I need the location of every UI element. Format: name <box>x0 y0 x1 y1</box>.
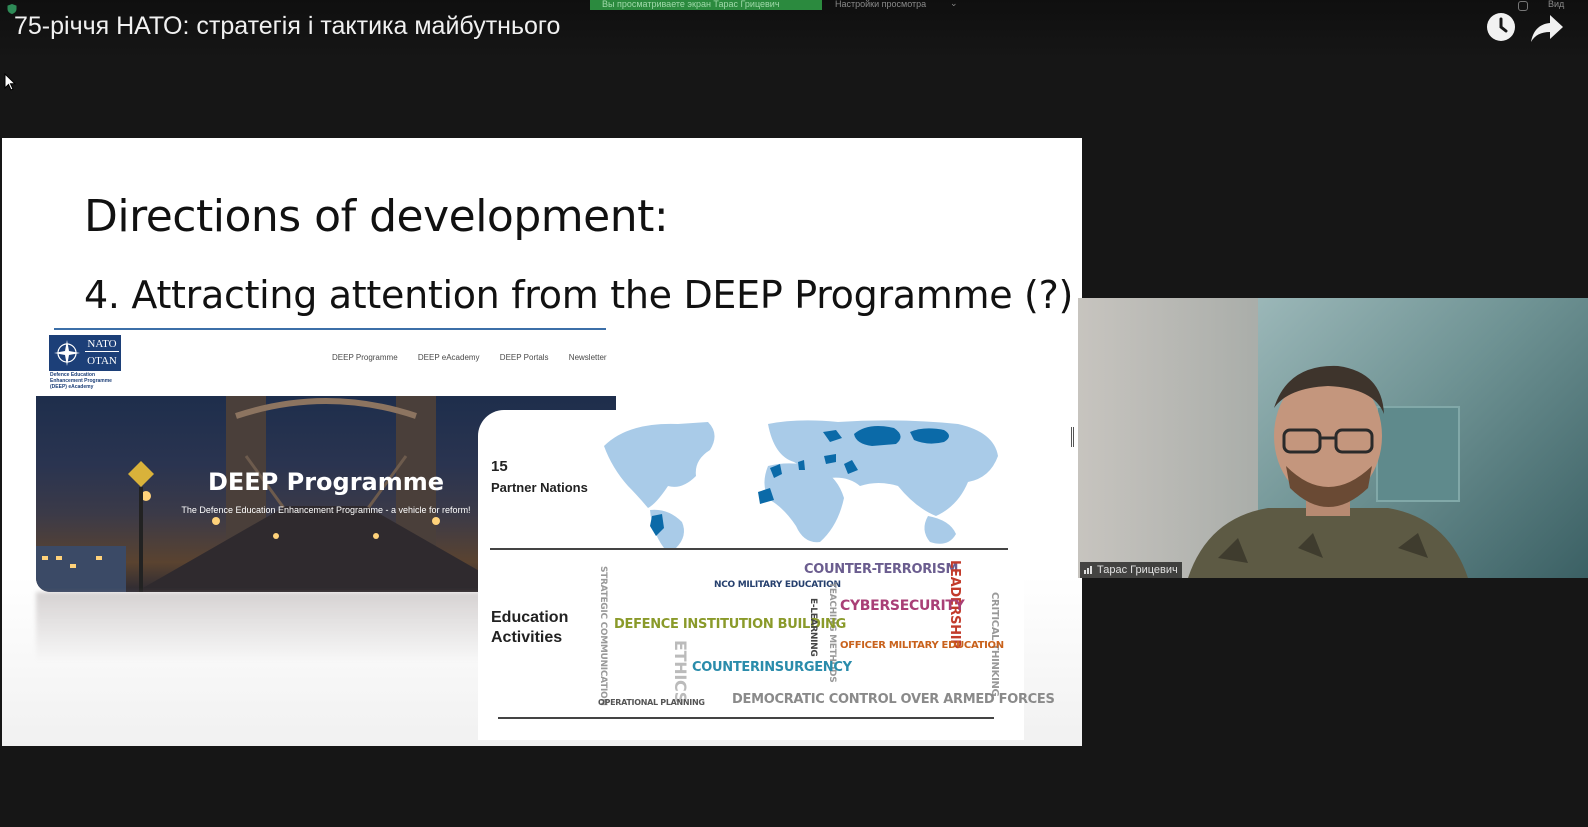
participant-person <box>1188 365 1468 578</box>
clock-icon[interactable] <box>1485 11 1517 43</box>
share-arrow-icon[interactable] <box>1530 13 1564 43</box>
word-nco-education: NCO MILITARY EDUCATION <box>714 580 841 590</box>
word-officer-education: OFFICER MILITARY EDUCATION <box>840 640 1004 651</box>
mouse-cursor-icon <box>4 73 16 91</box>
word-cybersecurity: CYBERSECURITY <box>840 598 965 614</box>
chevron-down-icon[interactable]: ⌄ <box>950 0 958 9</box>
view-options-menu[interactable]: Настройки просмотра <box>835 0 926 9</box>
nato-star-icon <box>54 340 80 366</box>
resize-handle[interactable] <box>1071 427 1074 447</box>
nav-item-newsletter: Newsletter <box>568 353 607 362</box>
hero-reflection <box>36 592 516 662</box>
slide-heading: Directions of development: <box>84 191 669 242</box>
video-title[interactable]: 75-річчя НАТО: стратегія і тактика майбу… <box>14 12 560 41</box>
education-label: Education Activities <box>491 609 569 646</box>
participant-name-tag: Тарас Грицевич <box>1080 562 1182 578</box>
card-divider-bottom <box>498 717 994 719</box>
participant-name: Тарас Грицевич <box>1097 564 1178 576</box>
word-e-learning: E-LEARNING <box>808 598 818 657</box>
slide-subheading: 4. Attracting attention from the DEEP Pr… <box>84 273 1073 317</box>
nato-otan-logo: NATO OTAN Defence Education Enhancement … <box>49 335 121 391</box>
word-democratic-control: DEMOCRATIC CONTROL OVER ARMED FORCES <box>732 692 1055 707</box>
logo-otan-text: OTAN <box>87 355 117 367</box>
participant-video[interactable] <box>1078 298 1588 578</box>
nav-item-deep-programme: DEEP Programme <box>332 353 398 362</box>
video-player[interactable]: Вы просматриваете экран Тарас Грицевич Н… <box>0 0 1588 827</box>
divider <box>54 328 606 330</box>
view-menu[interactable]: Вид <box>1548 0 1564 9</box>
word-operational-planning: OPERATIONAL PLANNING <box>598 698 705 707</box>
signal-strength-icon <box>1084 566 1092 574</box>
partner-count: 15 <box>491 458 508 475</box>
nav-item-deep-eacademy: DEEP eAcademy <box>417 353 480 362</box>
logo-caption: Defence Education Enhancement Programme … <box>50 372 112 390</box>
screen-share-banner: Вы просматриваете экран Тарас Грицевич <box>590 0 822 10</box>
word-counterinsurgency: COUNTERINSURGENCY <box>692 660 852 675</box>
world-map <box>604 420 998 548</box>
logo-nato-text: NATO <box>85 336 119 352</box>
logo-box: NATO OTAN <box>49 335 121 371</box>
word-strategic-communication: STRATEGIC COMMUNICATION <box>598 566 608 706</box>
shared-slide: Directions of development: 4. Attracting… <box>2 138 1082 746</box>
recording-icon <box>1518 1 1528 11</box>
word-ethics: ETHICS <box>671 640 690 703</box>
nav-item-deep-portals: DEEP Portals <box>499 353 549 362</box>
deep-info-card: 15 Partner Nations Education Activities … <box>478 410 1055 740</box>
card-divider <box>490 548 1008 550</box>
word-counter-terrorism: COUNTER-TERRORISM <box>804 562 959 577</box>
deep-site-nav: DEEP Programme DEEP eAcademy DEEP Portal… <box>332 353 625 362</box>
partner-label: Partner Nations <box>491 480 588 495</box>
